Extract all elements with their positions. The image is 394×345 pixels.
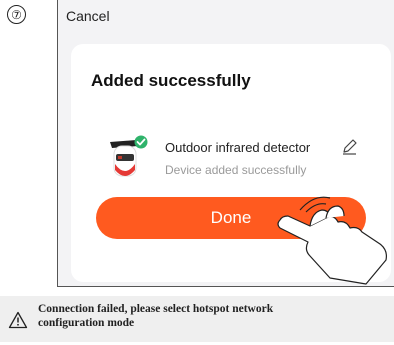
infrared-detector-icon — [110, 135, 148, 177]
device-name: Outdoor infrared detector — [165, 140, 311, 155]
device-status: Device added successfully — [165, 163, 307, 177]
step-number-badge: ⑦ — [7, 5, 26, 24]
card-title: Added successfully — [91, 71, 251, 90]
warning-triangle-icon — [8, 311, 28, 329]
cancel-button[interactable]: Cancel — [66, 8, 110, 24]
warning-line-2: configuration mode — [38, 317, 135, 329]
tap-hand-icon — [277, 196, 387, 285]
warning-message: Connection failed, please select hotspot… — [38, 302, 388, 330]
warning-line-1: Connection failed, please select hotspot… — [38, 303, 274, 315]
pencil-edit-icon[interactable] — [341, 138, 358, 155]
